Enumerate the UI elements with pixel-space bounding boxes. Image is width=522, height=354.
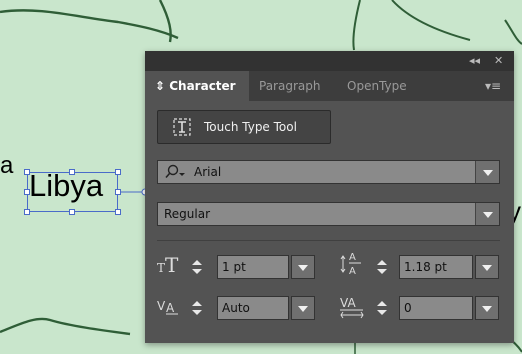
selection-handle[interactable] (69, 169, 75, 175)
chevron-down-icon[interactable] (475, 161, 499, 183)
panel-title-bar[interactable]: ◂◂ ✕ (145, 51, 514, 71)
map-label-fragment-left: a (0, 152, 14, 179)
selection-handle[interactable] (24, 209, 30, 215)
selection-handle[interactable] (115, 169, 121, 175)
font-size-dropdown[interactable] (291, 255, 315, 279)
font-style-value: Regular (164, 207, 211, 221)
updown-chevron-icon: ⇕ (155, 79, 170, 93)
selection-handle[interactable] (24, 169, 30, 175)
svg-text:T: T (157, 261, 165, 275)
kerning-stepper[interactable] (189, 297, 205, 319)
panel-tabs: ⇕ Character Paragraph OpenType ▾≡ (145, 71, 514, 101)
svg-text:VA: VA (340, 296, 356, 310)
text-selection-box[interactable] (27, 172, 118, 212)
tracking-stepper[interactable] (374, 297, 390, 319)
touch-type-tool-label: Touch Type Tool (204, 120, 297, 134)
kerning-value: Auto (222, 301, 250, 315)
svg-text:A: A (349, 266, 356, 277)
kerning-dropdown[interactable] (291, 296, 315, 320)
tab-paragraph[interactable]: Paragraph (259, 71, 320, 101)
font-size-stepper[interactable] (189, 256, 205, 278)
panel-menu-icon[interactable]: ▾≡ (485, 71, 501, 101)
leading-value: 1.18 pt (404, 260, 447, 274)
selection-handle[interactable] (69, 209, 75, 215)
font-size-field[interactable]: 1 pt (217, 255, 289, 279)
leading-stepper[interactable] (374, 256, 390, 278)
tab-opentype[interactable]: OpenType (347, 71, 407, 101)
tracking-dropdown[interactable] (475, 296, 499, 320)
tracking-icon: VA (340, 296, 364, 319)
touch-type-tool-button[interactable]: Touch Type Tool (157, 110, 331, 144)
close-icon[interactable]: ✕ (494, 53, 503, 69)
selection-handle[interactable] (115, 189, 121, 195)
font-size-icon: T T (157, 253, 179, 275)
svg-text:A: A (349, 252, 356, 263)
leading-dropdown[interactable] (475, 255, 499, 279)
svg-text:A: A (166, 301, 175, 315)
chevron-down-icon[interactable] (475, 203, 499, 225)
panel-divider (157, 240, 500, 241)
svg-text:T: T (165, 253, 179, 275)
tracking-value: 0 (404, 301, 412, 315)
collapse-panel-icon[interactable]: ◂◂ (469, 53, 480, 69)
kerning-field[interactable]: Auto (217, 296, 289, 320)
selection-handle[interactable] (115, 209, 121, 215)
touch-type-icon (173, 118, 191, 136)
leading-icon: A A (340, 252, 361, 277)
selection-handle[interactable] (24, 189, 30, 195)
tracking-field[interactable]: 0 (399, 296, 473, 320)
font-style-field[interactable]: Regular (157, 202, 500, 226)
leading-field[interactable]: 1.18 pt (399, 255, 473, 279)
tab-label: Character (169, 79, 236, 93)
font-family-field[interactable]: Arial (157, 160, 500, 184)
font-size-value: 1 pt (222, 260, 246, 274)
font-search-icon (165, 164, 185, 179)
font-family-value: Arial (194, 165, 222, 179)
character-panel: ◂◂ ✕ ⇕ Character Paragraph OpenType ▾≡ T… (145, 51, 514, 343)
kerning-icon: V A (157, 299, 178, 315)
tab-character[interactable]: ⇕ Character (145, 71, 249, 101)
svg-text:V: V (157, 299, 166, 313)
